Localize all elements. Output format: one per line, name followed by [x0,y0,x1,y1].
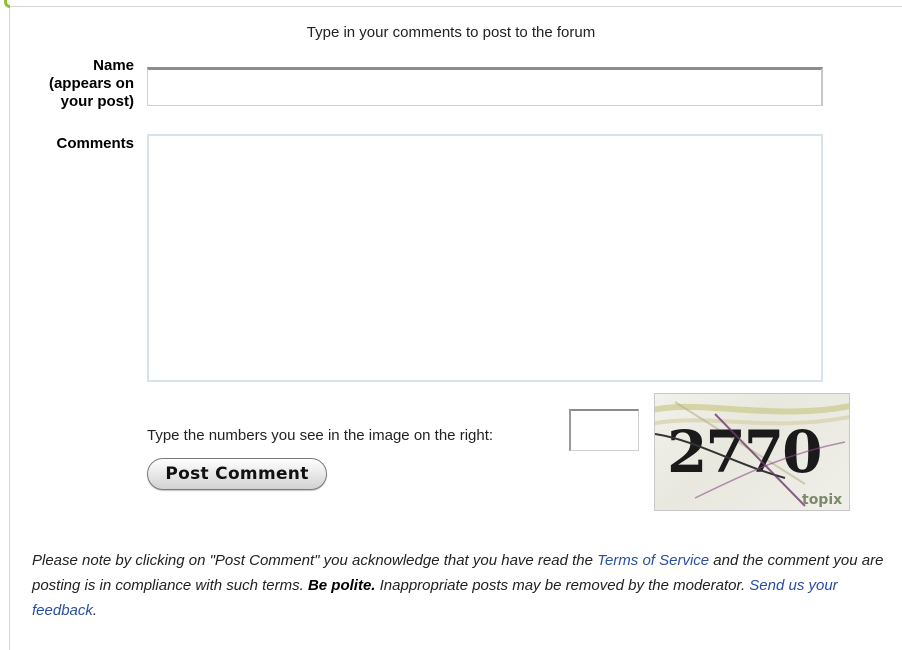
captcha-input[interactable] [569,409,639,451]
captcha-brand: topix [802,492,842,508]
notice-text-1: Please note by clicking on "Post Comment… [32,552,598,569]
posting-notice: Please note by clicking on "Post Comment… [32,548,894,623]
captcha-prompt: Type the numbers you see in the image on… [147,427,494,444]
name-label-line1: Name [93,57,134,74]
corner-accent [4,0,10,8]
name-label-line3: your post) [60,93,134,110]
post-comment-button[interactable]: Post Comment [147,458,327,490]
notice-text-4: . [92,602,98,619]
captcha-image: 2770 topix [654,393,850,511]
name-label-line2: (appears on [48,75,134,92]
terms-of-service-link[interactable]: Terms of Service [597,552,709,569]
name-label: Name (appears on your post) [10,57,134,111]
form-heading: Type in your comments to post to the for… [306,24,596,41]
name-input[interactable] [147,67,823,106]
notice-text-3: Inappropriate posts may be removed by th… [375,577,750,594]
comments-label: Comments [56,135,134,152]
be-polite-text: Be polite. [307,577,376,594]
comments-textarea[interactable] [147,134,823,382]
captcha-graphic: 2770 topix [655,401,849,508]
